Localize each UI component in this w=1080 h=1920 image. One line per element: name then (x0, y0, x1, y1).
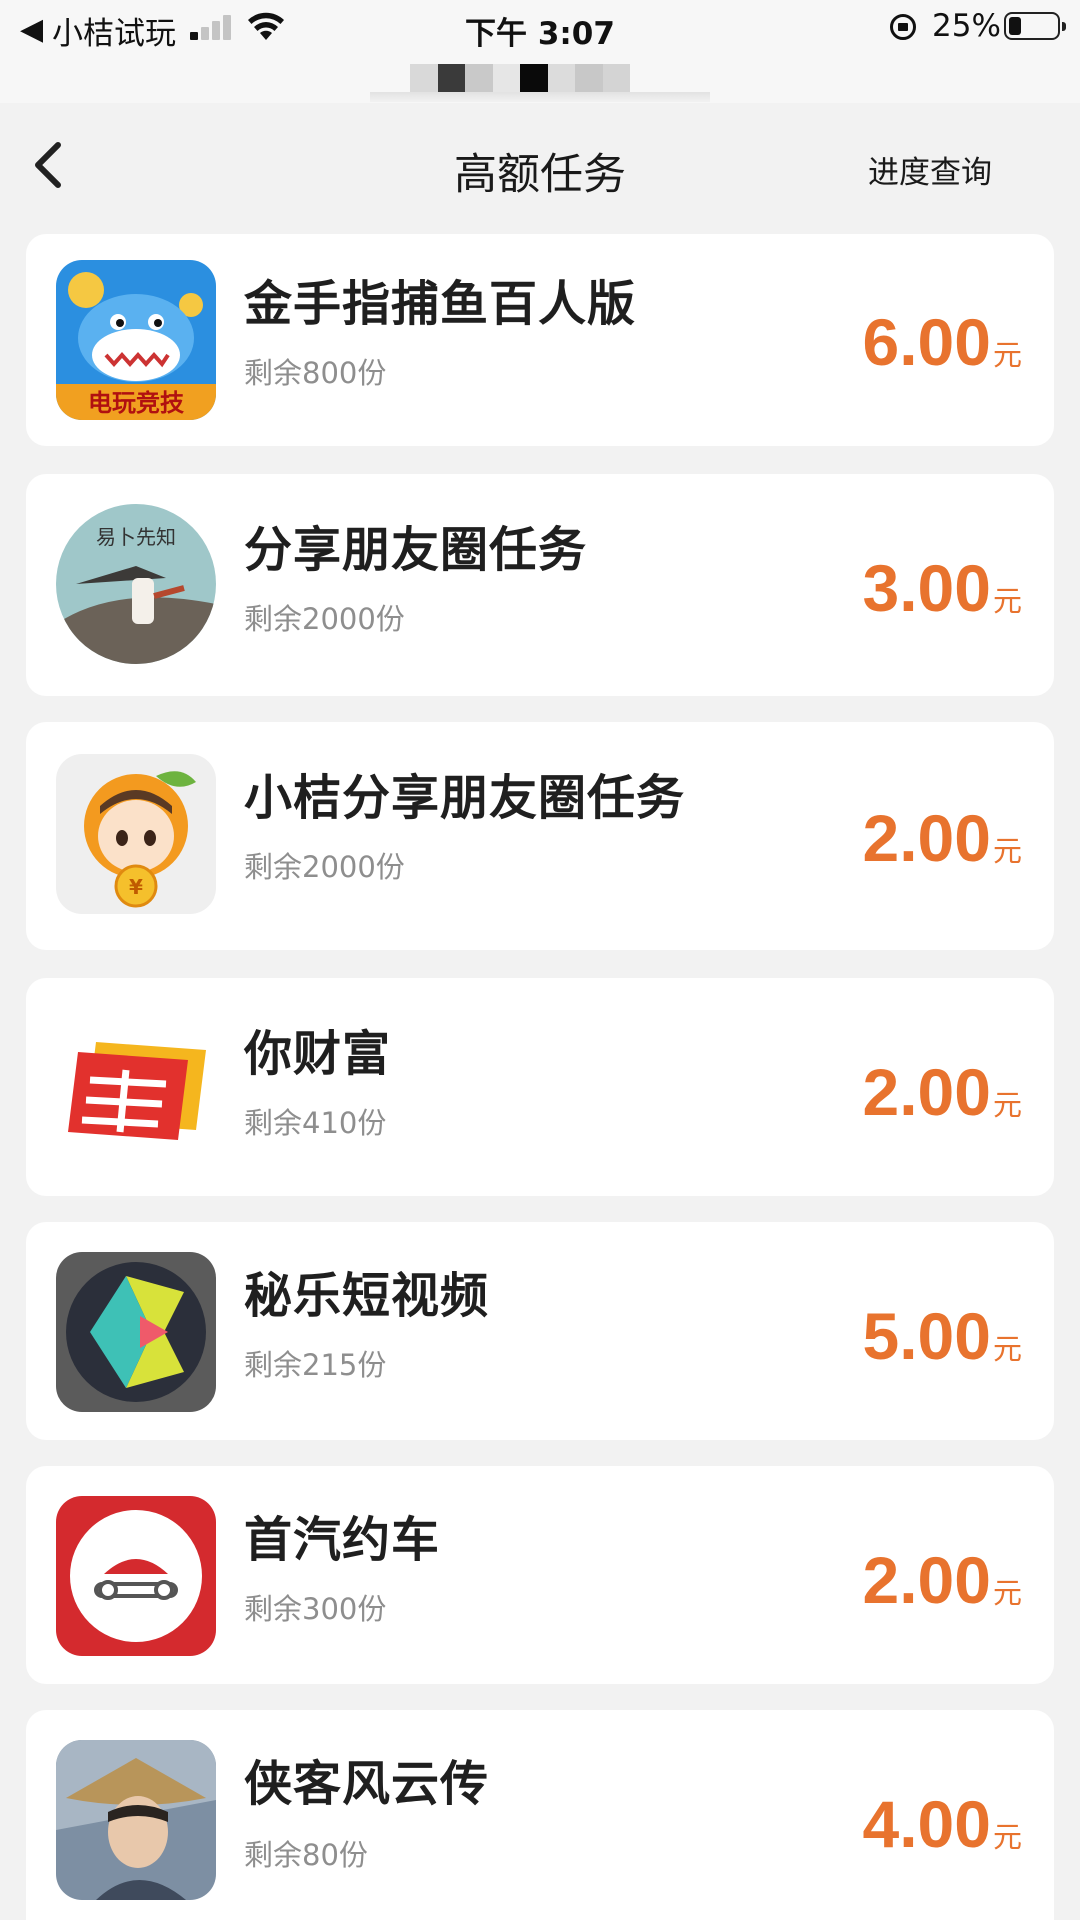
icon-caption: ¥ (129, 875, 143, 899)
task-card[interactable]: 你财富 剩余410份 2.00元 (26, 978, 1054, 1196)
clock: 下午 3:07 (465, 16, 615, 52)
task-remaining: 剩余215份 (244, 1348, 387, 1382)
icon-caption: 电玩竞技 (88, 389, 185, 417)
reward-unit: 元 (992, 586, 1022, 618)
battery-percent: 25% (932, 8, 1001, 44)
task-title: 小桔分享朋友圈任务 (244, 770, 686, 826)
task-card[interactable]: 易卜先知 分享朋友圈任务 剩余2000份 3.00元 (26, 474, 1054, 696)
status-bar: ◀ 小桔试玩 下午 3:07 25% (0, 0, 1080, 103)
reward-unit: 元 (992, 1578, 1022, 1610)
postal-logo-icon (56, 1006, 216, 1166)
battery-level (1009, 17, 1021, 35)
task-reward: 2.00元 (863, 800, 1022, 876)
rotation-lock-icon (890, 14, 916, 40)
reward-amount: 2.00 (862, 801, 991, 875)
shark-game-icon: 电玩竞技 (56, 260, 216, 420)
progress-query-button[interactable]: 进度查询 (868, 147, 992, 192)
task-reward: 4.00元 (863, 1786, 1022, 1862)
reward-unit: 元 (992, 1822, 1022, 1854)
battery-icon (1004, 12, 1066, 40)
car-logo-icon (56, 1496, 216, 1656)
reward-amount: 4.00 (862, 1787, 991, 1861)
task-card[interactable]: 秘乐短视频 剩余215份 5.00元 (26, 1222, 1054, 1440)
task-title: 你财富 (244, 1026, 392, 1082)
task-remaining: 剩余300份 (244, 1592, 387, 1626)
fisherman-icon: 易卜先知 (56, 504, 216, 664)
pixelated-mask (410, 64, 630, 92)
task-reward: 5.00元 (863, 1298, 1022, 1374)
reward-amount: 5.00 (862, 1299, 991, 1373)
task-reward: 3.00元 (863, 550, 1022, 626)
task-title: 金手指捕鱼百人版 (244, 276, 637, 332)
navigation-bar: 高额任务 进度查询 (0, 103, 1080, 225)
task-remaining: 剩余800份 (244, 356, 387, 390)
reward-amount: 2.00 (862, 1055, 991, 1129)
task-card[interactable]: 侠客风云传 剩余80份 4.00元 (26, 1710, 1054, 1920)
task-title: 秘乐短视频 (244, 1268, 490, 1324)
reward-amount: 3.00 (862, 551, 991, 625)
task-reward: 6.00元 (863, 304, 1022, 380)
reward-unit: 元 (992, 1334, 1022, 1366)
task-reward: 2.00元 (863, 1054, 1022, 1130)
task-card[interactable]: 电玩竞技 金手指捕鱼百人版 剩余800份 6.00元 (26, 234, 1054, 446)
task-reward: 2.00元 (863, 1542, 1022, 1618)
reward-unit: 元 (992, 836, 1022, 868)
reward-amount: 2.00 (862, 1543, 991, 1617)
reward-unit: 元 (992, 1090, 1022, 1122)
swordsman-icon (56, 1740, 216, 1900)
task-remaining: 剩余2000份 (244, 850, 405, 884)
reward-unit: 元 (992, 340, 1022, 372)
task-title: 分享朋友圈任务 (244, 522, 588, 578)
icon-caption: 易卜先知 (96, 525, 176, 549)
task-remaining: 剩余410份 (244, 1106, 387, 1140)
video-play-icon (56, 1252, 216, 1412)
orange-mascot-icon: ¥ (56, 754, 216, 914)
task-card[interactable]: ¥ 小桔分享朋友圈任务 剩余2000份 2.00元 (26, 722, 1054, 950)
reward-amount: 6.00 (862, 305, 991, 379)
task-remaining: 剩余2000份 (244, 602, 405, 636)
task-title: 首汽约车 (244, 1512, 441, 1568)
task-remaining: 剩余80份 (244, 1838, 368, 1872)
task-card[interactable]: 首汽约车 剩余300份 2.00元 (26, 1466, 1054, 1684)
task-title: 侠客风云传 (244, 1756, 490, 1812)
